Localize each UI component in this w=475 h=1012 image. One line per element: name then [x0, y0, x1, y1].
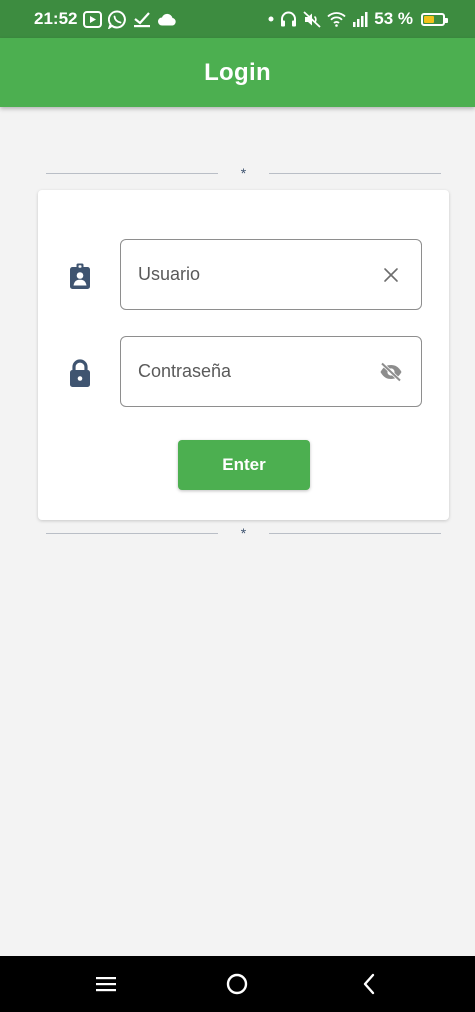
wifi-icon	[327, 11, 346, 27]
app-bar: Login	[0, 38, 475, 107]
top-divider: *	[46, 165, 441, 181]
divider-line-left	[46, 173, 218, 174]
battery-percent: 53 %	[374, 9, 413, 28]
signal-icon	[352, 11, 368, 28]
lock-icon	[64, 357, 96, 389]
divider-star: *	[240, 165, 247, 181]
back-icon[interactable]	[345, 960, 393, 1008]
bottom-divider: *	[46, 525, 441, 541]
status-time: 21:52	[34, 9, 78, 28]
media-icon	[83, 10, 103, 28]
enter-button[interactable]: Enter	[178, 440, 310, 490]
divider-line-right	[269, 173, 441, 174]
password-field[interactable]	[120, 336, 422, 407]
visibility-off-icon[interactable]	[379, 360, 403, 384]
whatsapp-icon	[108, 10, 127, 29]
page-title: Login	[204, 58, 271, 86]
system-nav-bar	[0, 956, 475, 1012]
status-bar-left: 21:52	[34, 9, 177, 29]
divider-line-right	[269, 533, 441, 534]
cloud-icon	[157, 13, 177, 26]
username-field[interactable]	[120, 239, 422, 310]
headphones-icon	[280, 11, 297, 27]
battery-icon	[421, 12, 448, 26]
divider-line-left	[46, 533, 218, 534]
download-check-icon	[133, 11, 151, 28]
status-bar-right: 53 %	[268, 9, 448, 29]
username-input[interactable]	[136, 263, 379, 286]
mute-icon	[303, 10, 321, 28]
badge-icon	[64, 260, 96, 292]
login-card: Enter	[38, 190, 449, 520]
password-input[interactable]	[136, 360, 379, 383]
divider-star: *	[240, 525, 247, 541]
dot-icon	[268, 16, 274, 22]
menu-icon[interactable]	[82, 960, 130, 1008]
home-icon[interactable]	[213, 960, 261, 1008]
status-bar: 21:52 53 %	[0, 0, 475, 38]
clear-icon[interactable]	[379, 263, 403, 287]
